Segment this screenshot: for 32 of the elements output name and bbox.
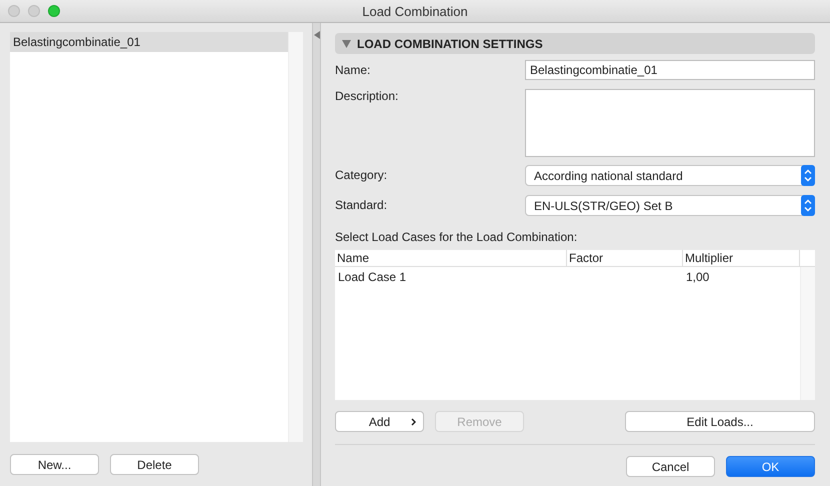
field-label: Standard: (335, 197, 388, 214)
section-header[interactable]: LOAD COMBINATION SETTINGS (335, 33, 815, 54)
column-header[interactable]: Multiplier (683, 250, 800, 266)
delete-button[interactable]: Delete (110, 454, 199, 475)
ok-button[interactable]: OK (726, 456, 815, 477)
close-icon[interactable] (8, 5, 20, 17)
window-title: Load Combination (362, 4, 468, 18)
column-header[interactable]: Name (335, 250, 567, 266)
section-title: LOAD COMBINATION SETTINGS (357, 36, 543, 50)
category-dropdown[interactable]: According national standard (525, 165, 815, 186)
table-cell: Load Case 1 (338, 270, 406, 284)
table-cell: 1,00 (686, 270, 710, 284)
column-header[interactable]: Factor (567, 250, 683, 266)
cancel-button[interactable]: Cancel (626, 456, 715, 477)
stepper-icon[interactable] (801, 165, 815, 186)
field-label: Description: (335, 89, 400, 105)
field-label: Category: (335, 167, 388, 184)
standard-dropdown[interactable]: EN-ULS(STR/GEO) Set B (525, 195, 815, 216)
table-caption: Select Load Cases for the Load Combination: (335, 230, 578, 244)
collapse-arrow-icon[interactable] (314, 31, 320, 39)
list-item[interactable]: Belastingcombinatie_01 (10, 32, 288, 52)
zoom-icon[interactable] (48, 5, 60, 17)
chevron-icon (411, 418, 416, 426)
field-label: Name: (335, 62, 372, 79)
add-menu-button[interactable]: Add (335, 411, 424, 432)
disclosure-triangle-icon[interactable] (342, 40, 351, 48)
minimize-icon[interactable] (28, 5, 40, 17)
name-field[interactable]: Belastingcombinatie_01 (525, 60, 815, 80)
edit-loads-button[interactable]: Edit Loads... (625, 411, 815, 432)
new-button[interactable]: New... (10, 454, 99, 475)
stepper-icon[interactable] (801, 195, 815, 216)
description-field[interactable] (525, 89, 815, 157)
